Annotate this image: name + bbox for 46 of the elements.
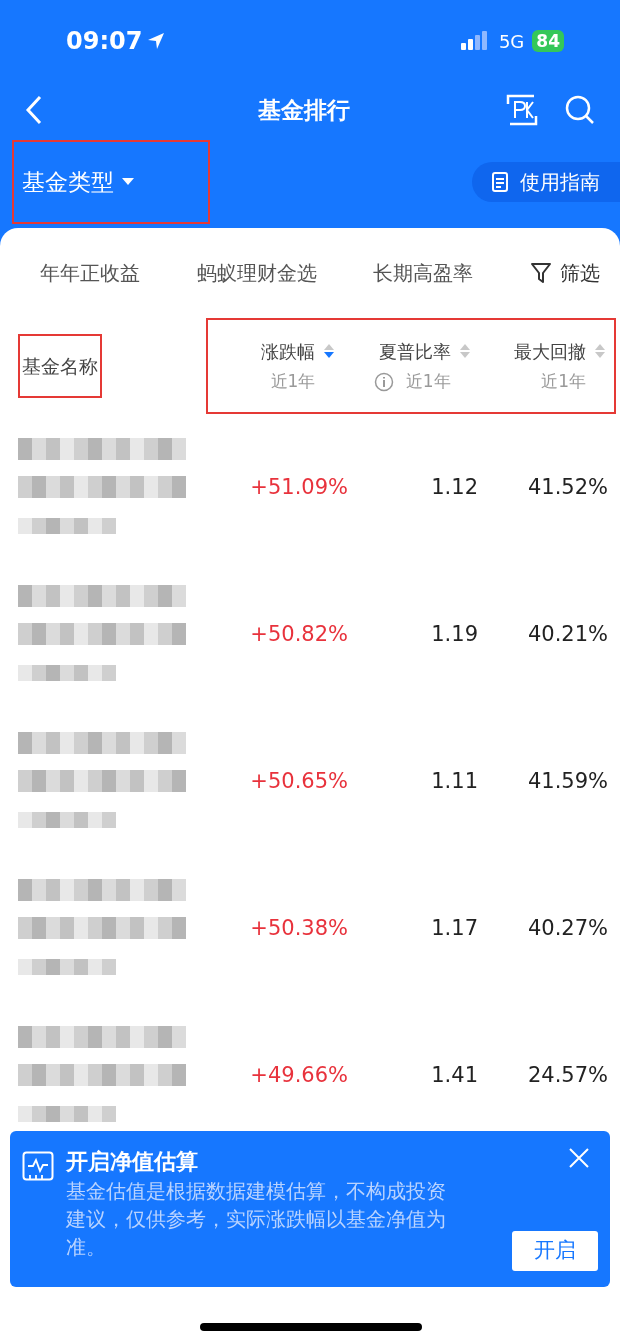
change-percent: +50.65% [249,767,348,795]
column-header[interactable]: 夏普比率 [378,337,451,365]
sharpe-ratio: 1.19 [430,620,478,648]
info-icon[interactable] [373,371,394,392]
document-icon [492,172,508,192]
chart-monitor-icon [22,1151,54,1181]
change-percent: +50.82% [249,620,348,648]
status-time: 09:07 [66,26,143,57]
sharpe-ratio: 1.12 [430,473,478,501]
filter-button[interactable]: 筛选 [529,258,600,288]
change-percent: +51.09% [249,473,348,501]
change-percent: +49.66% [249,1061,348,1089]
sort-icon[interactable] [323,343,336,360]
enable-button[interactable]: 开启 [512,1231,598,1271]
column-header[interactable]: 最大回撤 [514,337,586,365]
funnel-icon [529,262,552,284]
period-label: 近1年 [270,369,316,393]
change-percent: +50.38% [249,914,348,942]
category-tab[interactable]: 年年正收益 [40,258,140,288]
search-icon[interactable] [564,94,596,126]
page-title: 基金排行 [258,95,350,125]
caret-icon [122,178,134,186]
banner-title: 开启净值估算 [66,1148,199,1176]
max-drawdown: 40.27% [526,914,608,942]
category-tab[interactable]: 蚂蚁理财金选 [196,258,317,288]
network-label: 5G [498,29,525,54]
column-header[interactable]: 涨跌幅 [261,337,316,365]
period-label: 近1年 [405,369,451,393]
sharpe-ratio: 1.17 [430,914,478,942]
location-arrow-icon [146,31,167,51]
column-header: 基金名称 [18,333,102,399]
period-label: 近1年 [541,369,586,393]
back-icon[interactable] [24,95,44,125]
close-icon[interactable] [568,1147,590,1169]
battery-indicator: 84 [532,30,564,52]
fund-type-dropdown[interactable]: 基金类型 [12,140,210,224]
banner-message: 基金估值是根据数据建模估算，不构成投资建议，仅供参考，实际涨跌幅以基金净值为准。 [66,1178,447,1261]
max-drawdown: 40.21% [526,620,608,648]
category-tab[interactable]: 长期高盈率 [373,258,474,288]
max-drawdown: 41.52% [526,473,608,501]
sharpe-ratio: 1.41 [430,1061,478,1089]
max-drawdown: 24.57% [526,1061,608,1089]
max-drawdown: 41.59% [526,767,608,795]
pk-compare-icon[interactable] [504,92,540,128]
sharpe-ratio: 1.11 [430,767,478,795]
guide-button[interactable]: 使用指南 [472,162,620,202]
